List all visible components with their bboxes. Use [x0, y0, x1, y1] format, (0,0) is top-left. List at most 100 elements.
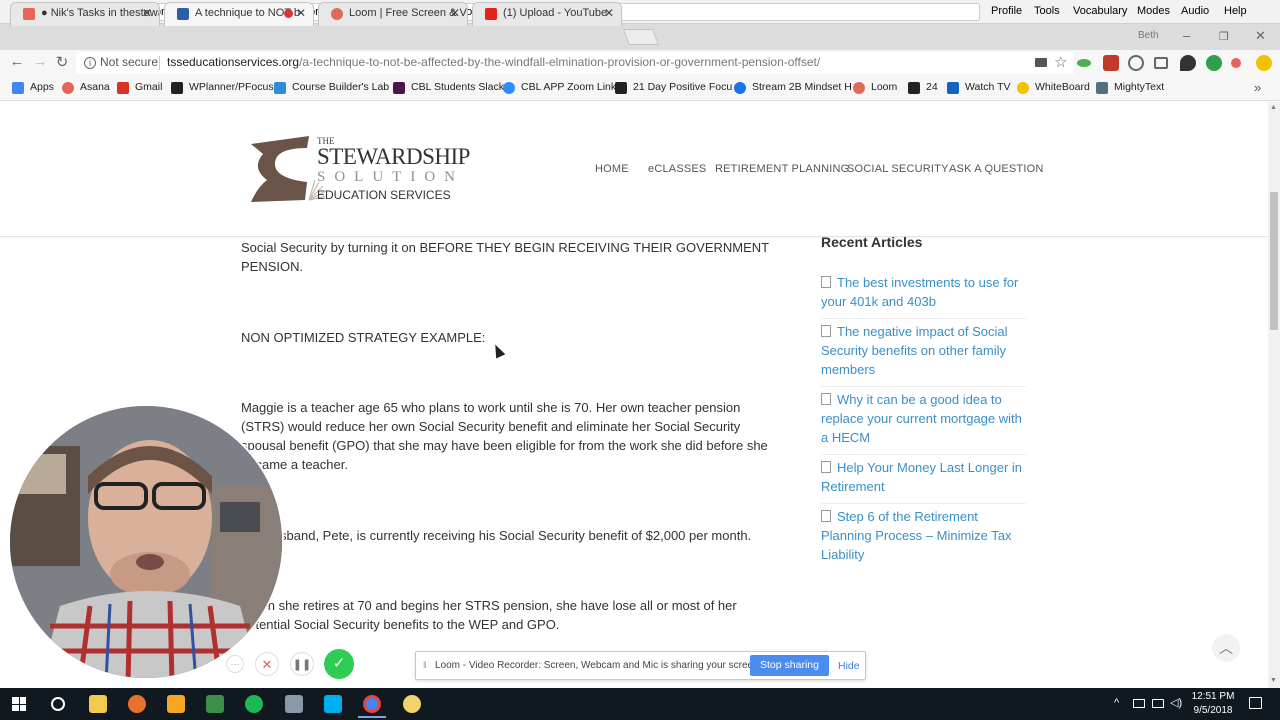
cortana-icon[interactable] [51, 697, 65, 711]
bookmark-loom[interactable]: Loom [853, 81, 897, 94]
bookmark-course-builder[interactable]: Course Builder's Lab [274, 81, 389, 94]
divider [821, 454, 1026, 455]
chrome-icon[interactable] [363, 695, 381, 713]
bookmark-label: Asana [80, 81, 110, 93]
app-window-icon[interactable] [285, 695, 303, 713]
notifications-icon[interactable] [1249, 697, 1262, 709]
spotify-icon[interactable] [245, 695, 263, 713]
dragon-menu-vocabulary[interactable]: Vocabulary [1073, 5, 1127, 17]
restore-icon[interactable]: ❐ [1219, 30, 1229, 43]
close-icon[interactable]: ✕ [142, 6, 152, 20]
sticky-app-icon[interactable] [403, 695, 421, 713]
dragon-menu-modes[interactable]: Modes [1137, 5, 1170, 17]
forward-arrow-icon[interactable]: → [31, 53, 49, 70]
scrollbar-thumb[interactable] [1270, 192, 1278, 330]
power-icon[interactable] [1152, 699, 1164, 708]
volume-icon[interactable]: ◁) [1170, 696, 1182, 709]
cancel-recording-button[interactable]: ✕ [255, 652, 279, 676]
extension-icon[interactable] [1231, 58, 1241, 68]
cast-icon[interactable] [1154, 57, 1168, 69]
bookmark-cbl-slack[interactable]: CBL Students Slack [393, 81, 504, 94]
finish-recording-button[interactable]: ✓ [324, 649, 354, 679]
reload-icon[interactable]: ↻ [53, 53, 71, 71]
bookmark-stream-2b[interactable]: Stream 2B Mindset H [734, 81, 852, 94]
bookmark-wplanner[interactable]: WPlanner/PFocus [171, 81, 274, 94]
security-label: Not secure [100, 55, 159, 69]
minimize-icon[interactable]: – [1183, 28, 1190, 43]
recent-article-link[interactable]: The best investments to use for your 401… [821, 273, 1026, 311]
webcam-bubble[interactable] [8, 404, 284, 680]
whiteboard-icon [1017, 82, 1029, 94]
firefox-icon[interactable] [128, 695, 146, 713]
more-options-icon[interactable]: ··· [226, 655, 244, 673]
skype-icon[interactable] [324, 695, 342, 713]
dragon-menu-help[interactable]: Help [1224, 5, 1247, 17]
alert-icon[interactable] [1256, 55, 1272, 71]
page-scrollbar[interactable] [1268, 102, 1280, 688]
bookmark-gmail[interactable]: Gmail [117, 81, 162, 94]
file-explorer-icon[interactable] [89, 695, 107, 713]
recent-article-link[interactable]: The negative impact of Social Security b… [821, 322, 1026, 379]
camera-icon[interactable] [1035, 58, 1047, 67]
scroll-down-arrow-icon[interactable]: ▼ [1270, 677, 1277, 684]
chat-app-icon[interactable] [167, 695, 185, 713]
extension-icon[interactable] [1103, 55, 1119, 71]
recent-article-link[interactable]: Help Your Money Last Longer in Retiremen… [821, 458, 1026, 496]
nav-retirement-planning[interactable]: RETIREMENT PLANNING [715, 163, 849, 175]
back-arrow-icon[interactable]: ← [8, 53, 26, 70]
show-hidden-icons-chevron-icon[interactable]: ^ [1114, 697, 1119, 709]
article-paragraph: Her husband, Pete, is currently receivin… [241, 528, 752, 543]
url-text[interactable]: tsseducationservices.org/a-technique-to-… [167, 55, 820, 69]
drag-handle-icon[interactable]: ‖ [423, 660, 427, 670]
bookmark-21-day[interactable]: 21 Day Positive Focu [615, 81, 732, 94]
taskbar-clock-time[interactable]: 12:51 PM [1190, 691, 1236, 702]
close-window-icon[interactable]: ✕ [1255, 28, 1266, 44]
bookmark-cbl-zoom[interactable]: CBL APP Zoom Link [503, 81, 616, 94]
nav-social-security[interactable]: SOCIAL SECURITY [847, 163, 949, 175]
security-indicator[interactable]: i Not secure [84, 55, 158, 69]
extension-icon[interactable] [1128, 55, 1144, 71]
extension-icon[interactable] [1077, 59, 1091, 67]
pause-recording-button[interactable]: ❚❚ [290, 652, 314, 676]
dragon-taskbar-icon[interactable] [206, 695, 224, 713]
stop-sharing-button[interactable]: Stop sharing [750, 655, 829, 676]
hide-button[interactable]: Hide [838, 660, 860, 672]
recent-article-link[interactable]: Step 6 of the Retirement Planning Proces… [821, 507, 1026, 564]
scroll-up-arrow-icon[interactable]: ▲ [1270, 104, 1277, 111]
bookmark-watch-tv[interactable]: Watch TV [947, 81, 1011, 94]
network-icon[interactable] [1133, 699, 1145, 708]
close-icon[interactable]: ✕ [450, 6, 460, 20]
dragon-menu-tools[interactable]: Tools [1034, 5, 1060, 17]
extension-icon[interactable] [1180, 55, 1196, 71]
evernote-icon[interactable] [1206, 55, 1222, 71]
tab-article[interactable]: A technique to NOT b ✕ [164, 2, 314, 26]
more-bookmarks-chevron-icon[interactable]: » [1254, 80, 1261, 95]
tab-youtube[interactable]: (1) Upload - YouTube ✕ [472, 2, 622, 26]
recent-article-link[interactable]: Why it can be a good idea to replace you… [821, 390, 1026, 447]
bookmark-star-icon[interactable]: ☆ [1054, 53, 1067, 71]
recent-article-title: The best investments to use for your 401… [821, 275, 1019, 309]
taskbar-clock-date[interactable]: 9/5/2018 [1190, 705, 1236, 716]
bookmark-amazon[interactable]: 24 [908, 81, 938, 94]
bookmark-mightytext[interactable]: MightyText [1096, 81, 1164, 94]
dragon-menu-audio[interactable]: Audio [1181, 5, 1209, 17]
tab-loom[interactable]: Loom | Free Screen & Vid ✕ [318, 2, 468, 26]
dragon-menu-profile[interactable]: Profile [991, 5, 1022, 17]
bookmark-asana[interactable]: Asana [62, 81, 110, 94]
windows-taskbar [0, 688, 1280, 720]
new-tab-button[interactable] [623, 29, 659, 45]
close-icon[interactable]: ✕ [296, 6, 306, 20]
bookmark-apps[interactable]: Apps [12, 81, 54, 94]
window-user-label[interactable]: Beth [1138, 30, 1159, 41]
bookmark-whiteboard[interactable]: WhiteBoard [1017, 81, 1090, 94]
windows-start-icon[interactable] [12, 697, 26, 711]
site-logo[interactable]: THE STEWARDSHIP SOLUTION EDUCATION SERVI… [249, 134, 470, 206]
nav-ask-a-question[interactable]: ASK A QUESTION [949, 163, 1044, 175]
back-to-top-icon[interactable]: ︿ [1212, 634, 1240, 662]
recent-article-title: Help Your Money Last Longer in Retiremen… [821, 460, 1023, 494]
nav-home[interactable]: HOME [595, 163, 629, 175]
close-icon[interactable]: ✕ [604, 6, 614, 20]
nav-eclasses[interactable]: eCLASSES [648, 163, 706, 175]
tab-asana[interactable]: ● Nik's Tasks in thestewar ✕ [10, 2, 160, 26]
presenter-video-image [10, 406, 282, 678]
